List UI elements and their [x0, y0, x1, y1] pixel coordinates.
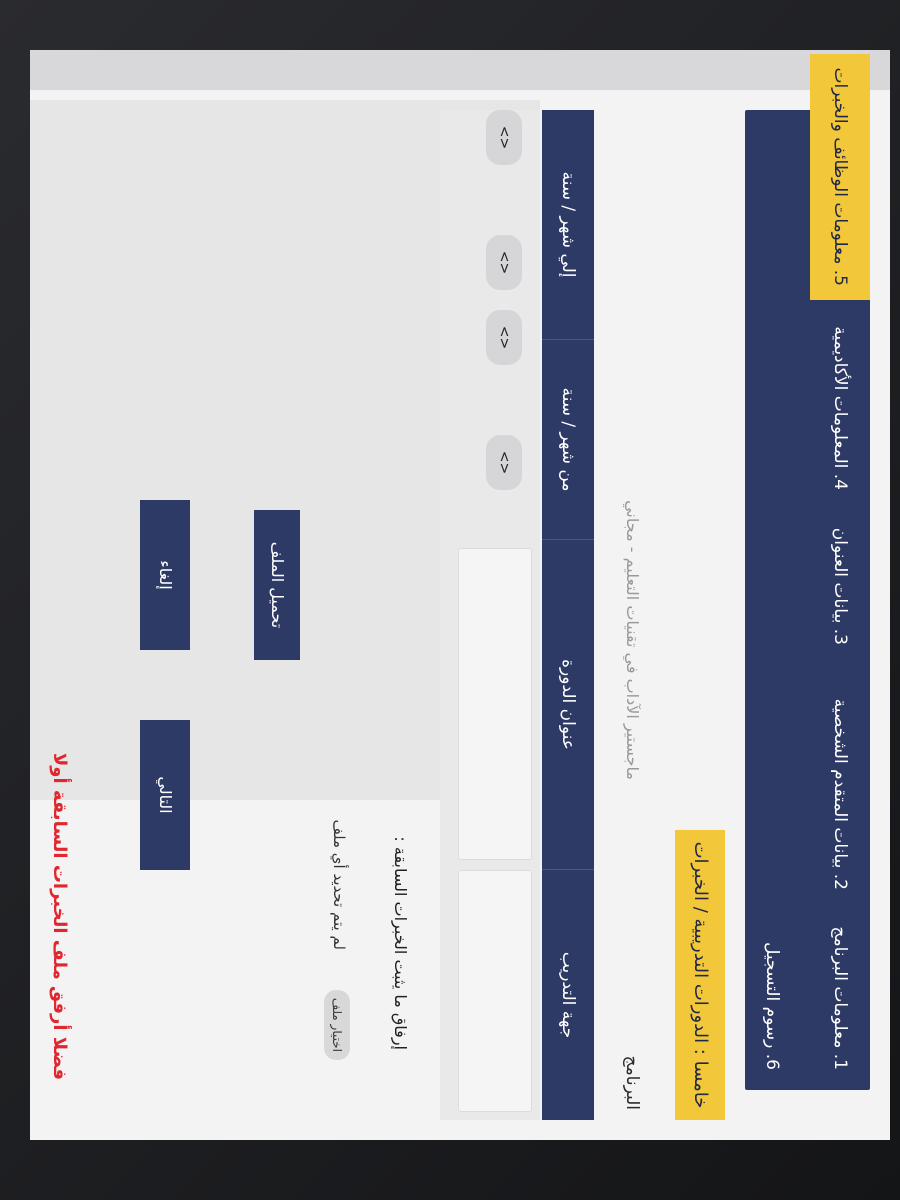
registration-page: 1. معلومات البرنامج 2. بيانات المتقدم ال… [30, 50, 890, 1140]
no-file-selected-text: لم يتم تحديد أي ملف [330, 819, 348, 950]
step-academic[interactable]: 4. المعلومات الأكاديمية [810, 326, 870, 490]
to-year-stepper[interactable]: <> [486, 110, 522, 165]
warning-message: فضلا أرفق ملف الخبرات السابقة أولا [49, 752, 70, 1080]
next-button[interactable]: التالي [140, 720, 190, 870]
upload-file-button[interactable]: تحميل الملف [254, 510, 300, 660]
step-address[interactable]: 3. بيانات العنوان [810, 528, 870, 645]
course-title-input[interactable] [458, 548, 532, 860]
column-to-date: إلي شهر / سنة [558, 171, 578, 278]
column-divider [542, 339, 594, 340]
column-divider [542, 539, 594, 540]
step-jobs-experience[interactable]: 5. معلومات الوظائف والخبرات [810, 53, 870, 300]
courses-table-row: <> <> <> <> [440, 110, 540, 1120]
column-training-provider: جهة التدريب [558, 951, 578, 1039]
training-provider-input[interactable] [458, 870, 532, 1112]
step-program-info[interactable]: 1. معلومات البرنامج [810, 927, 870, 1070]
choose-file-button[interactable]: اختيار ملف [324, 989, 350, 1060]
attach-experience-label: إرفاق ما يثبت الخبرات السابقة : [391, 836, 410, 1050]
section-header: خامسا : الدورات التدريبية / الخبرات [675, 830, 725, 1120]
step-personal-info[interactable]: 2. بيانات المتقدم الشخصية [810, 699, 870, 890]
steps-bar: 1. معلومات البرنامج 2. بيانات المتقدم ال… [742, 53, 870, 1090]
column-from-date: من شهر / سنة [558, 387, 578, 492]
to-month-stepper[interactable]: <> [486, 235, 522, 290]
program-label: البرنامج [622, 1055, 642, 1110]
column-course-title: عنوان الدورة [558, 659, 578, 750]
program-value: ماجستير الآداب في تقنيات التعليم - مجاني [623, 500, 642, 780]
from-month-stepper[interactable]: <> [486, 435, 522, 490]
courses-table-header: جهة التدريب عنوان الدورة من شهر / سنة إل… [542, 110, 594, 1120]
from-year-stepper[interactable]: <> [486, 310, 522, 365]
step-registration-fees[interactable]: 6. رسوم التسجيل [742, 942, 802, 1070]
page-edge [30, 50, 890, 90]
cancel-button[interactable]: إلغاء [140, 500, 190, 650]
column-divider [542, 869, 594, 870]
